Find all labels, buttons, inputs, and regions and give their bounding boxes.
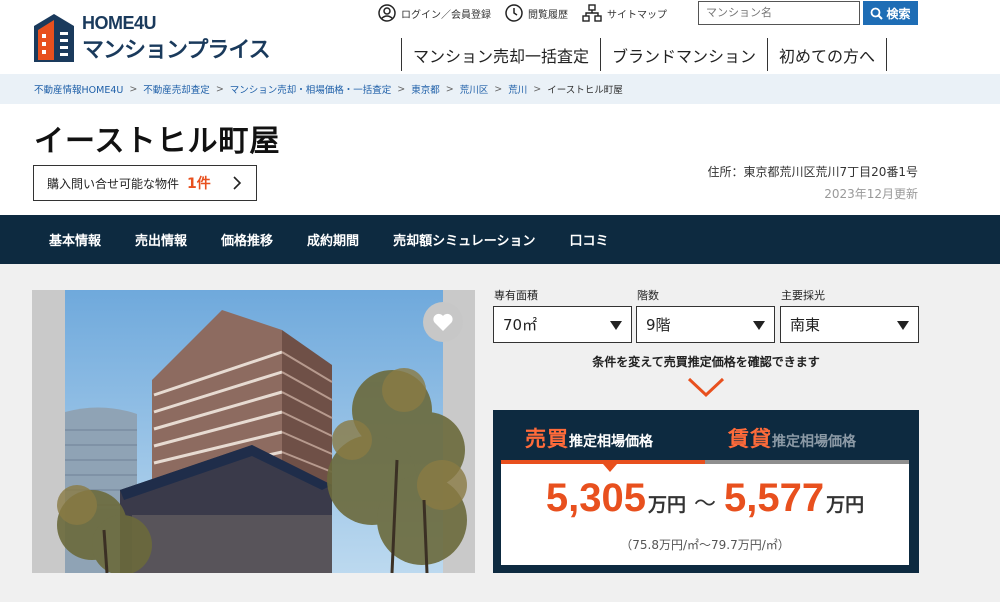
utility-links: ログイン／会員登録 閲覧履歴 サイトマップ — [378, 3, 667, 23]
breadcrumb-item[interactable]: 東京都 — [411, 82, 440, 96]
search-button[interactable]: 検索 — [863, 1, 918, 25]
property-tabbar: 基本情報 売出情報 価格推移 成約期間 売却額シミュレーション 口コミ — [0, 215, 1000, 264]
breadcrumb-item[interactable]: 荒川区 — [460, 82, 489, 96]
breadcrumb: 不動産情報HOME4U > 不動産売却査定 > マンション売却・相場価格・一括査定 >… — [0, 74, 1000, 104]
price-display: 5,305 万円〜 5,577 万円 （75.8万円/㎡〜79.7万円/㎡） — [501, 464, 909, 565]
tab-sale-price[interactable]: 売買推定相場価格 — [525, 423, 653, 453]
sale-tab-big: 売買 — [525, 427, 569, 451]
login-label: ログイン／会員登録 — [401, 9, 491, 21]
updated-date: 2023年12月更新 — [824, 187, 918, 201]
logo-text-top: HOME4U — [82, 13, 157, 33]
light-value: 南東 — [790, 316, 821, 334]
search-button-label: 検索 — [886, 6, 911, 21]
dropdown-caret-icon — [610, 321, 622, 330]
sitemap-link[interactable]: サイトマップ — [582, 4, 667, 22]
price-tilde: 〜 — [693, 492, 716, 517]
active-tab-pointer-icon — [603, 464, 617, 472]
search-input[interactable] — [698, 1, 860, 25]
tab-basic-info[interactable]: 基本情報 — [49, 230, 101, 249]
tab-reviews[interactable]: 口コミ — [570, 230, 609, 249]
favorite-button[interactable] — [423, 302, 463, 342]
page-title: イーストヒル町屋 — [34, 124, 281, 159]
price-per-sqm: （75.8万円/㎡〜79.7万円/㎡） — [620, 538, 790, 552]
price-unit: 万円 — [826, 494, 865, 516]
light-label: 主要採光 — [781, 289, 825, 302]
chevron-down-icon — [687, 377, 725, 398]
user-circle-icon — [378, 4, 396, 22]
clock-icon — [505, 4, 523, 22]
history-link[interactable]: 閲覧履歴 — [505, 4, 568, 22]
site-logo[interactable]: HOME4U マンションプライス — [34, 10, 274, 66]
dropdown-caret-icon — [897, 321, 909, 330]
area-value: 70㎡ — [503, 316, 538, 334]
price-low: 5,305 — [545, 476, 646, 520]
inquiry-label: 購入問い合せ可能な物件 — [47, 176, 180, 191]
building-photo-illustration — [57, 290, 467, 573]
sitemap-label: サイトマップ — [607, 9, 667, 21]
tab-price-history[interactable]: 価格推移 — [221, 230, 273, 249]
main-nav: マンション売却一括査定 ブランドマンション 初めての方へ — [401, 38, 888, 71]
inquiry-button[interactable]: 購入問い合せ可能な物件 1件 — [33, 165, 257, 201]
search-icon — [871, 7, 884, 20]
price-estimate-panel: 売買推定相場価格 賃貸推定相場価格 5,305 万円〜 5,577 万円 （75.8万… — [493, 410, 919, 573]
property-address: 住所：東京都荒川区荒川7丁目20番1号 — [707, 165, 918, 179]
condition-hint: 条件を変えて売買推定価格を確認できます — [592, 355, 820, 369]
dropdown-caret-icon — [753, 321, 765, 330]
rent-tab-big: 賃貸 — [728, 427, 772, 451]
login-link[interactable]: ログイン／会員登録 — [378, 4, 491, 22]
building-logo-icon — [34, 14, 74, 62]
price-range: 5,305 万円〜 5,577 万円 — [501, 476, 909, 521]
property-photo — [32, 290, 475, 573]
site-header: HOME4U マンションプライス ログイン／会員登録 閲覧履歴 サイトマップ マ… — [0, 0, 1000, 74]
tab-contract-period[interactable]: 成約期間 — [307, 230, 359, 249]
tab-rent-price[interactable]: 賃貸推定相場価格 — [728, 423, 856, 453]
breadcrumb-current: イーストヒル町屋 — [547, 85, 623, 96]
nav-mansion-sale-assessment[interactable]: マンション売却一括査定 — [401, 38, 600, 71]
price-unit: 万円 — [647, 494, 686, 516]
floor-select[interactable]: 9階 — [636, 306, 775, 343]
rent-tab-small: 推定相場価格 — [772, 434, 856, 450]
nav-brand-mansion[interactable]: ブランドマンション — [600, 38, 767, 71]
sale-tab-small: 推定相場価格 — [569, 434, 653, 450]
area-select[interactable]: 70㎡ — [493, 306, 632, 343]
floor-value: 9階 — [646, 316, 671, 334]
breadcrumb-item[interactable]: 荒川 — [508, 82, 527, 96]
breadcrumb-item[interactable]: 不動産情報HOME4U — [34, 82, 123, 96]
breadcrumb-item[interactable]: 不動産売却査定 — [143, 82, 210, 96]
inquiry-count: 1件 — [187, 176, 211, 192]
sitemap-icon — [582, 4, 602, 22]
logo-text-bottom: マンションプライス — [82, 38, 271, 63]
history-label: 閲覧履歴 — [528, 9, 568, 21]
area-label: 専有面積 — [494, 289, 538, 302]
chevron-right-icon — [233, 176, 242, 190]
tab-sale-simulation[interactable]: 売却額シミュレーション — [393, 230, 535, 249]
price-high: 5,577 — [724, 476, 825, 520]
tab-listing-info[interactable]: 売出情報 — [135, 230, 187, 249]
light-select[interactable]: 南東 — [780, 306, 919, 343]
breadcrumb-item[interactable]: マンション売却・相場価格・一括査定 — [230, 82, 392, 96]
floor-label: 階数 — [637, 289, 659, 302]
nav-first-time[interactable]: 初めての方へ — [767, 38, 888, 71]
heart-icon — [433, 313, 453, 331]
